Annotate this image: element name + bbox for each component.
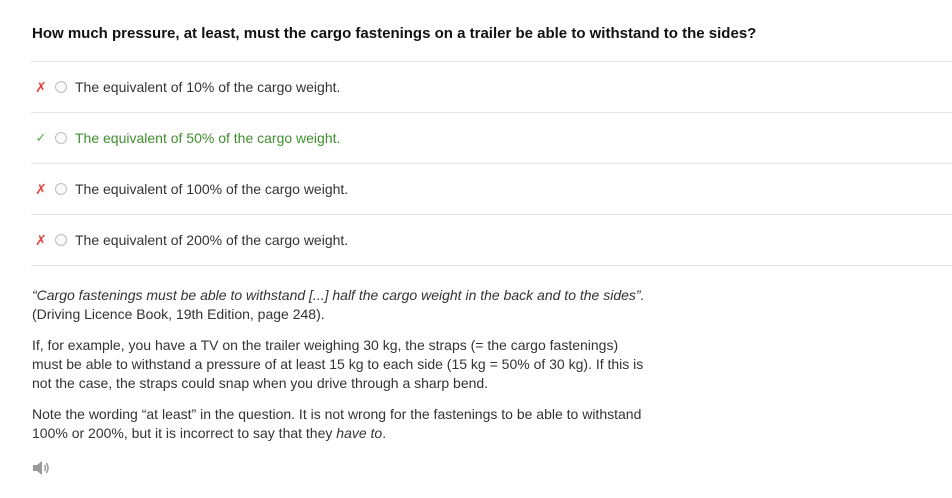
radio-button[interactable] <box>55 132 67 144</box>
note-emphasis: have to <box>336 425 383 441</box>
quote-text: “Cargo fastenings must be able to withst… <box>32 287 645 303</box>
quote-source: (Driving Licence Book, 19th Edition, pag… <box>32 306 325 322</box>
answer-label: The equivalent of 100% of the cargo weig… <box>75 181 349 197</box>
answer-label: The equivalent of 10% of the cargo weigh… <box>75 79 341 95</box>
answer-label: The equivalent of 50% of the cargo weigh… <box>75 130 341 146</box>
explanation-quote: “Cargo fastenings must be able to withst… <box>32 286 652 324</box>
answer-option-3[interactable]: ✗ The equivalent of 100% of the cargo we… <box>31 163 952 214</box>
answer-label: The equivalent of 200% of the cargo weig… <box>75 232 349 248</box>
explanation-note: Note the wording “at least” in the quest… <box>32 405 652 443</box>
cross-icon: ✗ <box>35 231 47 248</box>
cross-icon: ✗ <box>35 180 47 197</box>
radio-button[interactable] <box>55 183 67 195</box>
answer-options: ✗ The equivalent of 10% of the cargo wei… <box>31 61 952 266</box>
checkmark-icon: ✓ <box>35 130 47 145</box>
question-title: How much pressure, at least, must the ca… <box>32 25 757 42</box>
speaker-icon[interactable] <box>32 460 50 476</box>
note-end: . <box>382 425 387 441</box>
radio-button[interactable] <box>55 81 67 93</box>
cross-icon: ✗ <box>35 78 47 95</box>
answer-option-4[interactable]: ✗ The equivalent of 200% of the cargo we… <box>31 214 952 266</box>
radio-button[interactable] <box>55 234 67 246</box>
explanation-example: If, for example, you have a TV on the tr… <box>32 337 644 391</box>
explanation: “Cargo fastenings must be able to withst… <box>32 286 652 455</box>
answer-option-1[interactable]: ✗ The equivalent of 10% of the cargo wei… <box>31 61 952 112</box>
answer-option-2[interactable]: ✓ The equivalent of 50% of the cargo wei… <box>31 112 952 163</box>
